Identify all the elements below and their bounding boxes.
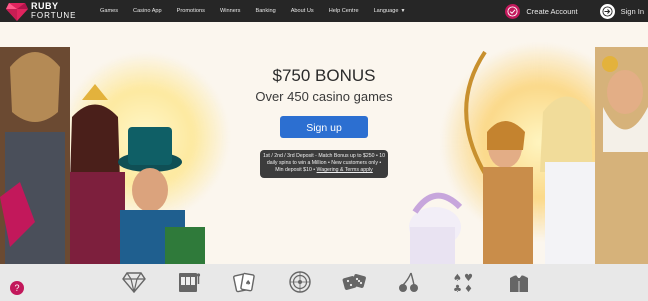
games-subheadline: Over 450 casino games <box>255 89 393 104</box>
add-user-icon <box>505 3 521 19</box>
card-suits-icon[interactable]: ♠ ♥ ♣ ♦ <box>452 270 476 294</box>
svg-text:♠: ♠ <box>453 273 462 284</box>
nav-about-us[interactable]: About Us <box>291 8 314 14</box>
svg-text:♦: ♦ <box>464 284 473 294</box>
nav-help-centre[interactable]: Help Centre <box>329 8 359 14</box>
logo-text-fortune: FORTUNE <box>31 11 77 20</box>
nav-language[interactable]: Language ▼ <box>374 8 406 14</box>
nav-language-label: Language <box>373 8 399 14</box>
cherries-icon[interactable] <box>397 270 421 294</box>
sign-up-button[interactable]: Sign up <box>280 116 368 138</box>
cards-icon[interactable]: ♠ <box>232 270 256 294</box>
game-category-bar: ♠ ♠ ♥ ♣ ♦ <box>0 264 648 301</box>
sign-in-icon <box>599 3 615 19</box>
sign-in-label: Sign In <box>620 6 644 16</box>
wagering-terms-link[interactable]: Wagering & Terms apply <box>317 167 373 173</box>
nav-promotions[interactable]: Promotions <box>177 8 205 14</box>
dealer-icon[interactable] <box>507 270 531 294</box>
hero-promo: $750 BONUS Over 450 casino games Sign up… <box>216 44 432 178</box>
account-actions: Create Account Sign In <box>487 0 648 22</box>
roulette-icon[interactable] <box>288 270 312 294</box>
bonus-headline: $750 BONUS <box>272 66 376 85</box>
help-button[interactable]: ? <box>10 281 24 295</box>
right-characters-artwork <box>409 47 648 264</box>
bonus-terms-box: 1st / 2nd / 3rd Deposit - Match Bonus up… <box>260 150 388 178</box>
top-navigation-bar: RUBY FORTUNE Games Casino App Promotions… <box>0 0 648 22</box>
left-characters-artwork <box>0 47 205 264</box>
nav-casino-app[interactable]: Casino App <box>133 8 162 14</box>
svg-text:♣: ♣ <box>453 284 462 294</box>
ruby-gem-icon <box>6 3 28 21</box>
chevron-down-icon: ▼ <box>400 8 406 14</box>
create-account-label: Create Account <box>526 6 578 16</box>
hero-banner: $750 BONUS Over 450 casino games Sign up… <box>0 22 648 264</box>
main-nav: Games Casino App Promotions Winners Bank… <box>100 0 420 22</box>
create-account-button[interactable]: Create Account <box>505 3 578 19</box>
logo-text-ruby: RUBY <box>31 1 59 11</box>
diamond-icon[interactable] <box>122 270 146 294</box>
nav-games[interactable]: Games <box>100 8 118 14</box>
dice-icon[interactable] <box>342 270 366 294</box>
sign-in-button[interactable]: Sign In <box>599 3 644 19</box>
svg-text:♠: ♠ <box>245 279 251 287</box>
nav-winners[interactable]: Winners <box>220 8 241 14</box>
nav-banking[interactable]: Banking <box>255 8 275 14</box>
svg-text:♥: ♥ <box>464 273 473 284</box>
slot-machine-icon[interactable] <box>177 270 201 294</box>
